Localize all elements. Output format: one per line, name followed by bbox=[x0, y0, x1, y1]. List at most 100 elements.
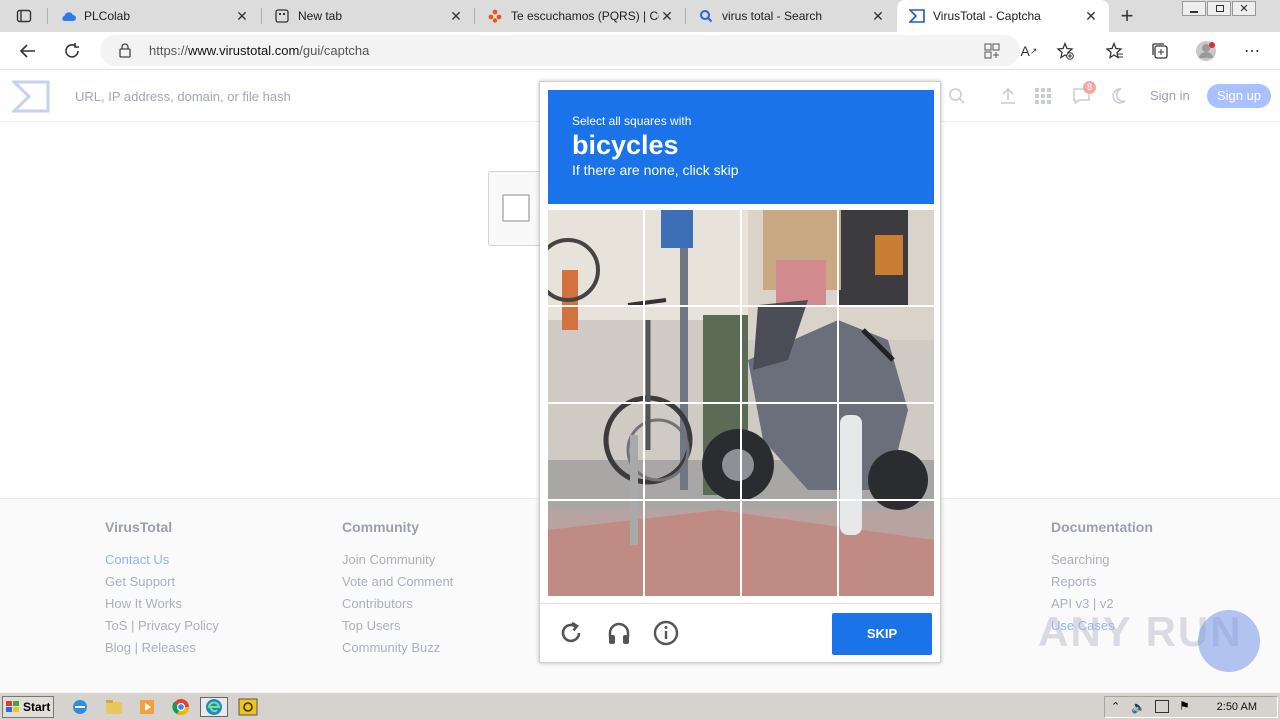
address-bar[interactable]: https://www.virustotal.com/gui/captcha bbox=[100, 35, 1020, 66]
url-path: /gui/captcha bbox=[299, 43, 370, 58]
app-available-icon[interactable] bbox=[984, 43, 1000, 64]
cloud-icon bbox=[60, 8, 76, 24]
captcha-tile[interactable] bbox=[645, 500, 740, 595]
instruction-hint: If there are none, click skip bbox=[572, 162, 739, 178]
search-icon[interactable] bbox=[946, 85, 968, 107]
captcha-tile[interactable] bbox=[548, 307, 643, 402]
tab-new-tab[interactable]: New tab ✕ bbox=[262, 0, 474, 32]
captcha-tile[interactable] bbox=[838, 307, 933, 402]
captcha-tile[interactable] bbox=[645, 403, 740, 498]
skip-button[interactable]: SKIP bbox=[832, 613, 932, 655]
notifications-icon[interactable]: 8 bbox=[1071, 81, 1096, 107]
network-icon[interactable] bbox=[1155, 700, 1169, 713]
media-player-icon[interactable] bbox=[136, 697, 158, 717]
tab-strip: PLColab ✕ New tab ✕ Te escuchamos (PQRS)… bbox=[0, 0, 1280, 32]
footer-link[interactable]: Contributors bbox=[342, 593, 453, 615]
footer-link[interactable]: Join Community bbox=[342, 549, 453, 571]
start-button[interactable]: Start bbox=[2, 696, 54, 718]
tab-plcolab[interactable]: PLColab ✕ bbox=[48, 0, 260, 32]
collections-icon[interactable] bbox=[1146, 37, 1174, 65]
footer-link[interactable]: Searching bbox=[1051, 549, 1153, 571]
system-tray: ⌃ 🔈 ⚑ 2:50 AM bbox=[1104, 696, 1278, 718]
captcha-tile[interactable] bbox=[548, 500, 643, 595]
minimize-icon[interactable] bbox=[1182, 1, 1206, 16]
tab-label: New tab bbox=[298, 9, 343, 23]
instruction-line: Select all squares with bbox=[572, 114, 692, 128]
captcha-tile[interactable] bbox=[645, 307, 740, 402]
captcha-tile[interactable] bbox=[838, 403, 933, 498]
tab-actions-icon[interactable] bbox=[10, 2, 38, 30]
virustotal-logo[interactable] bbox=[10, 80, 50, 118]
tab-search[interactable]: virus total - Search ✕ bbox=[686, 0, 896, 32]
footer-link[interactable]: Get Support bbox=[105, 571, 219, 593]
footer-heading: Documentation bbox=[1051, 519, 1153, 535]
footer-link[interactable]: Community Buzz bbox=[342, 637, 453, 659]
info-icon[interactable] bbox=[651, 618, 681, 648]
footer-link[interactable]: Contact Us bbox=[105, 549, 219, 571]
footer-link[interactable]: How It Works bbox=[105, 593, 219, 615]
apps-grid-icon[interactable] bbox=[1032, 85, 1054, 107]
chrome-icon[interactable] bbox=[170, 697, 192, 717]
sign-up-button[interactable]: Sign up bbox=[1207, 84, 1271, 108]
close-tab-icon[interactable]: ✕ bbox=[1083, 8, 1099, 25]
favorites-icon[interactable] bbox=[1101, 37, 1129, 65]
footer-link[interactable]: Top Users bbox=[342, 615, 453, 637]
ie-icon[interactable] bbox=[69, 697, 91, 717]
tray-expand-icon[interactable]: ⌃ bbox=[1111, 700, 1120, 713]
add-favorite-icon[interactable] bbox=[1051, 37, 1079, 65]
profile-avatar[interactable] bbox=[1192, 37, 1220, 65]
captcha-tile[interactable] bbox=[741, 403, 836, 498]
footer-link[interactable]: ToS | Privacy Policy bbox=[105, 615, 219, 637]
tab-pqrs[interactable]: Te escuchamos (PQRS) | Cor ✕ bbox=[475, 0, 685, 32]
edge-icon[interactable] bbox=[200, 697, 228, 717]
captcha-image-grid bbox=[548, 210, 934, 596]
footer-column-community: Community Join Community Vote and Commen… bbox=[342, 519, 453, 659]
explorer-icon[interactable] bbox=[103, 697, 125, 717]
sign-in-link[interactable]: Sign in bbox=[1150, 88, 1190, 103]
footer-link[interactable]: Vote and Comment bbox=[342, 571, 453, 593]
more-menu-icon[interactable]: ⋯ bbox=[1238, 37, 1266, 65]
back-arrow-icon[interactable] bbox=[14, 37, 42, 65]
volume-icon[interactable]: 🔈 bbox=[1131, 700, 1146, 714]
tab-virustotal-captcha[interactable]: VirusTotal - Captcha ✕ bbox=[897, 0, 1109, 32]
action-center-flag-icon[interactable]: ⚑ bbox=[1179, 699, 1190, 713]
recaptcha-checkbox[interactable] bbox=[502, 194, 530, 222]
captcha-challenge: Select all squares with bicycles If ther… bbox=[539, 81, 941, 663]
audio-challenge-icon[interactable] bbox=[604, 618, 634, 648]
footer-link[interactable]: Blog | Releases bbox=[105, 637, 219, 659]
url-text: https://www.virustotal.com/gui/captcha bbox=[149, 43, 369, 58]
captcha-tile[interactable] bbox=[741, 210, 836, 305]
taskbar: Start ⌃ 🔈 ⚑ 2:50 AM bbox=[0, 692, 1280, 720]
read-aloud-icon[interactable]: A ↗ bbox=[1015, 37, 1043, 65]
browser-toolbar: https://www.virustotal.com/gui/captcha A… bbox=[0, 32, 1280, 70]
app-o-icon[interactable] bbox=[237, 697, 259, 717]
captcha-tile[interactable] bbox=[645, 210, 740, 305]
search-input[interactable]: URL, IP address, domain, or file hash bbox=[75, 89, 291, 104]
new-tab-button[interactable]: + bbox=[1113, 2, 1141, 30]
footer-heading: Community bbox=[342, 519, 419, 535]
upload-icon[interactable] bbox=[997, 85, 1019, 107]
captcha-tile[interactable] bbox=[838, 210, 933, 305]
captcha-tile[interactable] bbox=[548, 403, 643, 498]
close-tab-icon[interactable]: ✕ bbox=[870, 8, 886, 25]
close-tab-icon[interactable]: ✕ bbox=[234, 8, 250, 25]
recaptcha-widget bbox=[488, 171, 543, 246]
captcha-tile[interactable] bbox=[548, 210, 643, 305]
restore-icon[interactable] bbox=[1207, 1, 1231, 16]
captcha-tile[interactable] bbox=[838, 500, 933, 595]
dark-mode-icon[interactable] bbox=[1110, 85, 1132, 107]
reload-icon[interactable] bbox=[556, 618, 586, 648]
refresh-icon[interactable] bbox=[58, 37, 86, 65]
close-tab-icon[interactable]: ✕ bbox=[659, 8, 675, 25]
start-label: Start bbox=[23, 700, 51, 714]
window-controls: ✕ bbox=[1182, 1, 1278, 17]
captcha-tile[interactable] bbox=[741, 500, 836, 595]
lock-icon[interactable] bbox=[118, 43, 132, 63]
close-tab-icon[interactable]: ✕ bbox=[448, 8, 464, 25]
captcha-tile[interactable] bbox=[741, 307, 836, 402]
footer-link[interactable]: Reports bbox=[1051, 571, 1153, 593]
tab-label: virus total - Search bbox=[722, 9, 823, 23]
close-window-icon[interactable]: ✕ bbox=[1232, 1, 1256, 16]
tab-label: Te escuchamos (PQRS) | Cor bbox=[511, 9, 659, 23]
newtab-icon bbox=[274, 8, 290, 24]
